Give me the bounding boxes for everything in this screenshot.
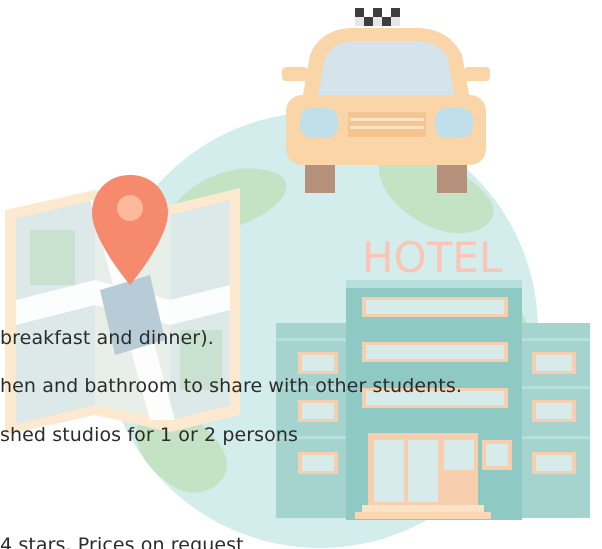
accommodation-line-studios: shed studios for 1 or 2 persons (0, 424, 299, 446)
accommodation-line-half-board: breakfast and dinner). (0, 327, 214, 349)
accommodation-line-shared-flat: hen and bathroom to share with other stu… (0, 375, 462, 397)
travel-illustration: HOTEL (5, 8, 590, 548)
page-canvas: HOTEL breakfast and dinner). hen and bat… (0, 0, 602, 549)
accommodation-line-hotel: 4 stars. Prices on request (0, 534, 244, 549)
hotel-sign-text: HOTEL (362, 233, 503, 282)
